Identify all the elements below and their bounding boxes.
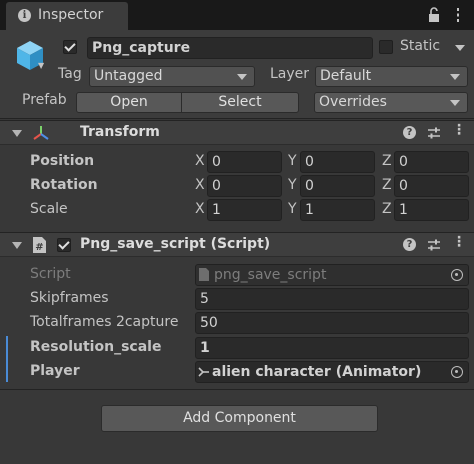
tag-value: Untagged xyxy=(94,68,163,84)
skipframes-label: Skipframes xyxy=(30,290,109,306)
script-hash-icon: # xyxy=(33,237,46,253)
static-checkbox[interactable] xyxy=(379,40,393,54)
lock-icon[interactable] xyxy=(427,7,441,23)
tab-inspector[interactable]: i Inspector xyxy=(6,2,128,30)
active-checkbox[interactable] xyxy=(63,40,77,54)
resolution-scale-field[interactable]: 1 xyxy=(195,337,469,359)
axis-z-label[interactable]: Z xyxy=(382,201,392,217)
prefab-overrides-dropdown[interactable]: Overrides xyxy=(314,92,468,113)
object-picker-icon[interactable] xyxy=(451,366,463,378)
axis-z-label[interactable]: Z xyxy=(382,177,392,193)
overrides-label: Overrides xyxy=(319,94,387,110)
tag-label: Tag xyxy=(58,66,82,82)
static-label: Static xyxy=(400,38,441,54)
chevron-down-icon xyxy=(450,100,460,106)
chevron-down-icon xyxy=(450,74,460,80)
layer-dropdown[interactable]: Default xyxy=(315,66,468,87)
skipframes-field[interactable]: 5 xyxy=(195,288,469,310)
axis-x-label[interactable]: X xyxy=(195,153,205,169)
resolution-scale-label: Resolution_scale xyxy=(30,339,162,355)
rotation-y-field[interactable]: 0 xyxy=(300,175,375,197)
prefab-open-button[interactable]: Open xyxy=(76,92,182,113)
axis-z-label[interactable]: Z xyxy=(382,153,392,169)
sliders-icon[interactable] xyxy=(427,126,441,140)
axis-y-label[interactable]: Y xyxy=(288,201,297,217)
foldout-arrow-icon[interactable] xyxy=(12,242,22,249)
axis-x-label[interactable]: X xyxy=(195,177,205,193)
script-label: Script xyxy=(30,266,71,282)
add-component-button[interactable]: Add Component xyxy=(101,405,378,432)
animator-icon xyxy=(198,367,209,377)
object-picker-icon xyxy=(451,269,463,281)
transform-axes-icon xyxy=(33,126,49,140)
position-z-field[interactable]: 0 xyxy=(394,151,469,173)
layer-value: Default xyxy=(320,68,372,84)
script-file-icon xyxy=(199,268,209,281)
axis-x-label[interactable]: X xyxy=(195,201,205,217)
layer-label: Layer xyxy=(270,66,310,82)
axis-y-label[interactable]: Y xyxy=(288,177,297,193)
divider xyxy=(0,389,474,390)
position-label: Position xyxy=(30,153,95,169)
position-x-field[interactable]: 0 xyxy=(207,151,282,173)
kebab-menu-icon[interactable] xyxy=(450,7,466,23)
static-dropdown-caret[interactable] xyxy=(455,45,465,51)
scale-x-field[interactable]: 1 xyxy=(207,199,282,221)
svg-text:#: # xyxy=(35,242,43,253)
scale-z-field[interactable]: 1 xyxy=(394,199,469,221)
tag-dropdown[interactable]: Untagged xyxy=(89,66,255,87)
chevron-down-icon xyxy=(237,74,247,80)
foldout-arrow-icon[interactable] xyxy=(12,130,22,137)
sliders-icon[interactable] xyxy=(427,238,441,252)
player-field[interactable]: alien character (Animator) xyxy=(195,361,469,383)
transform-title: Transform xyxy=(80,124,160,140)
scale-label: Scale xyxy=(30,201,68,217)
more-dots-icon[interactable]: ⋮ xyxy=(452,234,466,250)
script-value: png_save_script xyxy=(214,267,327,283)
more-dots-icon[interactable]: ⋮ xyxy=(452,122,466,138)
totalframes-field[interactable]: 50 xyxy=(195,312,469,334)
axis-y-label[interactable]: Y xyxy=(288,153,297,169)
prefab-select-button[interactable]: Select xyxy=(181,92,299,113)
script-enabled-checkbox[interactable] xyxy=(57,238,71,252)
help-icon[interactable]: ? xyxy=(403,126,416,139)
script-field: png_save_script xyxy=(195,264,469,286)
player-value: alien character (Animator) xyxy=(212,364,422,380)
rotation-x-field[interactable]: 0 xyxy=(207,175,282,197)
rotation-label: Rotation xyxy=(30,177,98,193)
scale-y-field[interactable]: 1 xyxy=(300,199,375,221)
chevron-down-icon[interactable]: ▼ xyxy=(38,61,44,70)
gameobject-name-field[interactable]: Png_capture xyxy=(87,37,373,59)
override-indicator xyxy=(6,336,8,382)
position-y-field[interactable]: 0 xyxy=(300,151,375,173)
rotation-z-field[interactable]: 0 xyxy=(394,175,469,197)
transform-header[interactable]: Transform ? ⋮ xyxy=(0,120,474,145)
info-icon: i xyxy=(18,9,31,22)
script-component-header[interactable]: # Png_save_script (Script) ? ⋮ xyxy=(0,232,474,257)
totalframes-label: Totalframes 2capture xyxy=(30,314,179,330)
tab-label: Inspector xyxy=(38,7,104,23)
help-icon[interactable]: ? xyxy=(403,238,416,251)
prefab-label: Prefab xyxy=(22,92,67,108)
player-label: Player xyxy=(30,363,80,379)
script-component-title: Png_save_script (Script) xyxy=(80,236,271,252)
